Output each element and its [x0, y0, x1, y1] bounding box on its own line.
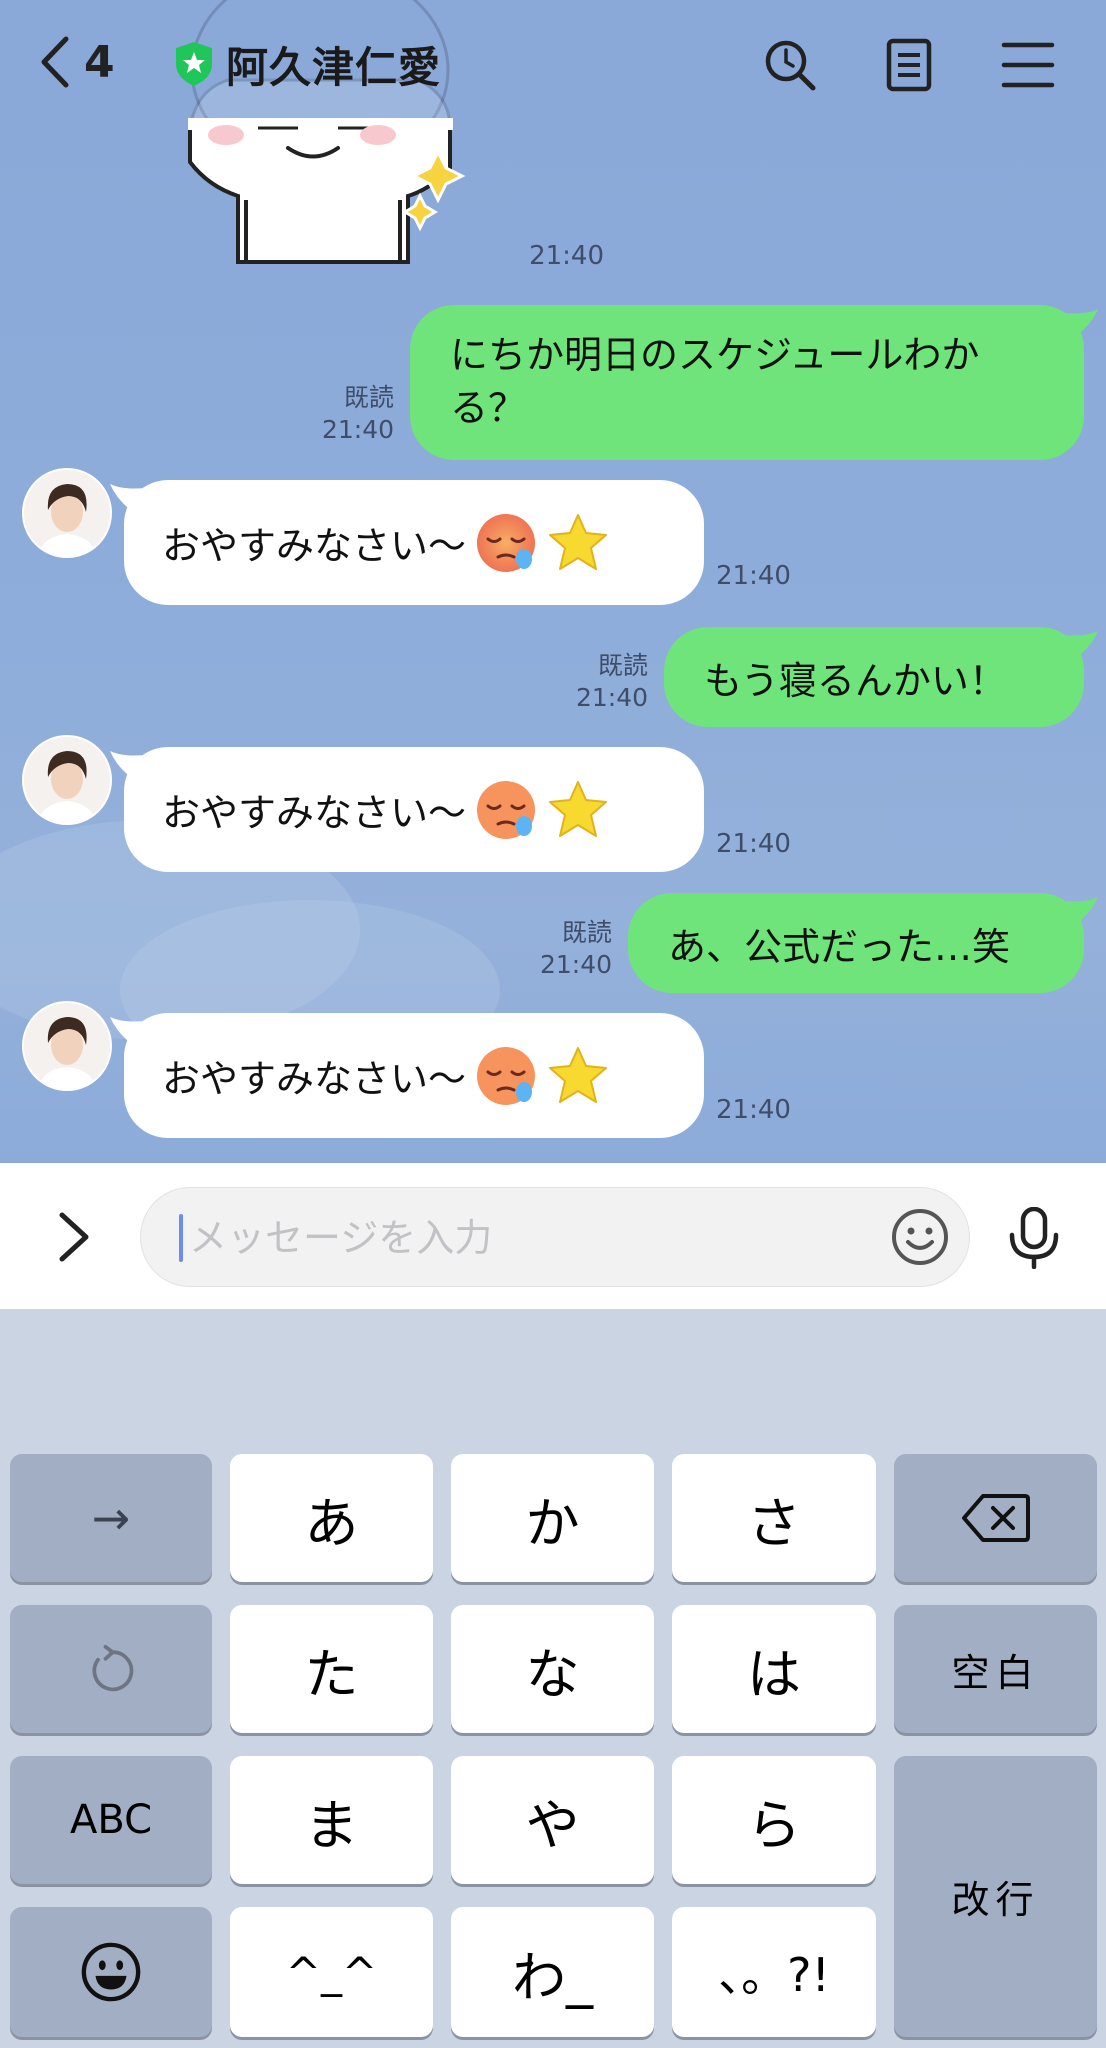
star-emoji — [549, 513, 608, 570]
microphone-icon[interactable] — [1004, 1207, 1064, 1269]
avatar-image — [24, 737, 110, 823]
back-button[interactable]: 4 — [38, 32, 115, 92]
key-wa[interactable]: わ_ — [451, 1907, 654, 2037]
their-message-bubble[interactable]: おやすみなさい〜 — [110, 747, 704, 872]
star-emoji — [549, 780, 608, 837]
emoji-key[interactable] — [10, 1907, 212, 2037]
message-time: 21:40 — [716, 829, 791, 859]
key-ka[interactable]: か — [451, 1454, 654, 1582]
text-cursor — [179, 1214, 183, 1262]
key-sa[interactable]: さ — [672, 1454, 876, 1582]
message-text: おやすみなさい〜 — [162, 1057, 467, 1101]
message-time: 21:40 — [716, 1095, 791, 1125]
chevron-right-icon[interactable] — [50, 1209, 100, 1265]
backspace-icon — [961, 1494, 1030, 1542]
message-text: あ、公式だった…笑 — [668, 924, 1011, 969]
my-message-bubble[interactable]: もう寝るんかい！ — [664, 627, 1098, 727]
read-receipt: 既読 21:40 — [321, 383, 394, 444]
avatar[interactable] — [22, 735, 112, 825]
key-ha[interactable]: は — [672, 1605, 876, 1733]
key-ma[interactable]: ま — [230, 1756, 433, 1884]
message-placeholder: メッセージを入力 — [189, 1216, 493, 1260]
notes-icon — [886, 38, 932, 92]
space-key[interactable]: 空白 — [894, 1605, 1097, 1733]
chevron-left-icon — [41, 36, 69, 88]
message-time: 21:40 — [529, 241, 604, 271]
arrow-key[interactable]: → — [10, 1454, 212, 1582]
chat-area: 4 阿久津仁愛 21:40 既読 21:40 にちか明日のスケジュールわか る？… — [0, 0, 1106, 1163]
avatar[interactable] — [22, 1001, 112, 1091]
read-receipt: 既読 21:40 — [539, 918, 612, 979]
menu-icon — [1001, 42, 1055, 88]
message-text: にちか明日のスケジュールわか — [450, 333, 980, 377]
abc-key[interactable]: ABC — [10, 1756, 212, 1884]
undo-icon — [92, 1644, 134, 1692]
chat-header: 4 阿久津仁愛 — [0, 0, 1106, 128]
key-punctuation[interactable]: 、。?! — [672, 1907, 876, 2037]
my-message-bubble[interactable]: あ、公式だった…笑 — [628, 893, 1098, 993]
message-input[interactable]: メッセージを入力 — [140, 1187, 970, 1287]
avatar-image — [24, 470, 110, 556]
message-time: 21:40 — [716, 561, 791, 591]
avatar-image — [24, 1003, 110, 1089]
key-ta[interactable]: た — [230, 1605, 433, 1733]
key-kaomoji[interactable]: ^_^ — [230, 1907, 433, 2037]
key-na[interactable]: な — [451, 1605, 654, 1733]
japanese-keyboard: → あ か さ た な は 空白 ABC ま や ら 改行 ^_^ わ_ 、。?… — [0, 1309, 1106, 2048]
notes-button[interactable] — [879, 36, 939, 94]
their-message-bubble[interactable]: おやすみなさい〜 — [110, 480, 704, 605]
star-emoji — [549, 1046, 608, 1103]
message-text: もう寝るんかい！ — [704, 658, 1007, 703]
message-text: おやすみなさい〜 — [162, 791, 467, 835]
bubble-tail — [1062, 309, 1098, 339]
sleepy-face-emoji — [477, 1046, 536, 1105]
shield-star-icon — [176, 42, 212, 86]
message-input-bar: メッセージを入力 — [0, 1163, 1106, 1309]
unread-count: 4 — [84, 36, 115, 88]
my-message-bubble[interactable]: にちか明日のスケジュールわか る？ — [410, 305, 1098, 460]
chat-title: 阿久津仁愛 — [226, 42, 442, 92]
menu-button[interactable] — [998, 36, 1058, 94]
emoji-icon — [81, 1942, 141, 2002]
avatar[interactable] — [22, 468, 112, 558]
message-text: る？ — [450, 386, 527, 430]
search-button[interactable] — [760, 36, 820, 94]
bubble-tail — [110, 751, 146, 781]
key-ya[interactable]: や — [451, 1756, 654, 1884]
their-message-bubble[interactable]: おやすみなさい〜 — [110, 1013, 704, 1138]
bubble-tail — [110, 484, 146, 514]
sleepy-face-emoji — [477, 780, 536, 839]
smiley-icon[interactable] — [889, 1206, 951, 1268]
bubble-tail — [1062, 897, 1098, 927]
sleepy-face-emoji — [477, 513, 536, 572]
undo-key[interactable] — [10, 1605, 212, 1733]
read-receipt: 既読 21:40 — [575, 651, 648, 712]
bubble-tail — [1062, 631, 1098, 661]
key-a[interactable]: あ — [230, 1454, 433, 1582]
delete-key[interactable] — [894, 1454, 1097, 1582]
key-ra[interactable]: ら — [672, 1756, 876, 1884]
message-text: おやすみなさい〜 — [162, 524, 467, 568]
enter-key[interactable]: 改行 — [894, 1756, 1097, 2037]
search-icon — [765, 40, 816, 91]
arrow-right-icon: → — [91, 1491, 131, 1545]
bubble-tail — [110, 1017, 146, 1047]
chat-title-group[interactable]: 阿久津仁愛 — [172, 34, 441, 94]
